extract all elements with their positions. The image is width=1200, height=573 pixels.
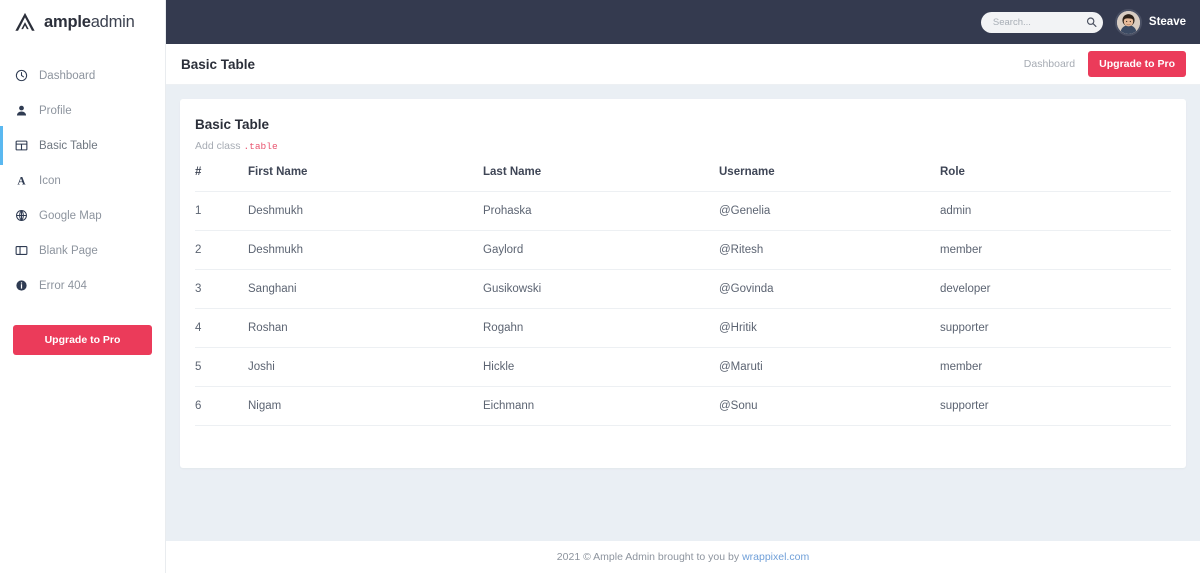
cell-role: supporter [940, 308, 1171, 348]
column-header-username: Username [719, 166, 940, 192]
main-column: Steave Basic Table Dashboard Upgrade to … [166, 0, 1200, 573]
cell-last: Rogahn [483, 308, 719, 348]
cell-username: @Genelia [719, 191, 940, 231]
table-body: 1 Deshmukh Prohaska @Genelia admin 2 Des… [195, 191, 1171, 426]
sidebar-item-label: Google Map [39, 209, 102, 222]
sidebar-item-label: Blank Page [39, 244, 98, 257]
sidebar-item-label: Profile [39, 104, 72, 117]
cell-last: Prohaska [483, 191, 719, 231]
column-header-role: Role [940, 166, 1171, 192]
basic-table-card: Basic Table Add class .table # First Nam… [180, 99, 1186, 468]
user-avatar-photo [1114, 8, 1142, 36]
basic-table: # First Name Last Name Username Role 1 D… [195, 166, 1171, 426]
table-row: 5 Joshi Hickle @Maruti member [195, 347, 1171, 387]
clock-icon [14, 69, 28, 83]
cell-first: Sanghani [248, 269, 483, 309]
table-row: 2 Deshmukh Gaylord @Ritesh member [195, 230, 1171, 270]
page-title: Basic Table [181, 56, 256, 72]
cell-index: 2 [195, 230, 248, 270]
info-circle-icon [14, 279, 28, 293]
card-subtitle-code: .table [243, 141, 278, 152]
columns-icon [14, 244, 28, 258]
footer-text: 2021 © Ample Admin brought to you by [556, 551, 740, 563]
column-header-first: First Name [248, 166, 483, 192]
globe-icon [14, 209, 28, 223]
table-head: # First Name Last Name Username Role [195, 166, 1171, 192]
sidebar-upgrade-to-pro-button[interactable]: Upgrade to Pro [13, 325, 152, 355]
cell-first: Deshmukh [248, 230, 483, 270]
cell-index: 4 [195, 308, 248, 348]
sidebar-item-icon[interactable]: A Icon [0, 163, 165, 198]
breadcrumb[interactable]: Dashboard [1024, 58, 1075, 70]
search-icon[interactable] [1086, 17, 1097, 28]
cell-first: Roshan [248, 308, 483, 348]
cell-index: 1 [195, 191, 248, 231]
cell-first: Joshi [248, 347, 483, 387]
cell-username: @Ritesh [719, 230, 940, 270]
column-header-last: Last Name [483, 166, 719, 192]
sidebar-upgrade-wrap: Upgrade to Pro [0, 303, 165, 355]
triangle-a-logo-icon [15, 12, 35, 31]
cell-index: 6 [195, 386, 248, 426]
cell-index: 5 [195, 347, 248, 387]
cell-last: Hickle [483, 347, 719, 387]
footer-link-wrappixel[interactable]: wrappixel.com [742, 551, 809, 563]
sidebar-nav: Dashboard Profile Basic Table A Icon Goo… [0, 44, 165, 303]
sidebar-item-basic-table[interactable]: Basic Table [0, 126, 165, 165]
cell-index: 3 [195, 269, 248, 309]
brand-logo[interactable]: ampleadmin [0, 0, 165, 44]
cell-role: admin [940, 191, 1171, 231]
page-footer: 2021 © Ample Admin brought to you by wra… [166, 541, 1200, 573]
search-input[interactable] [980, 11, 1103, 33]
table-row: 4 Roshan Rogahn @Hritik supporter [195, 308, 1171, 348]
user-icon [14, 104, 28, 118]
cell-username: @Govinda [719, 269, 940, 309]
sidebar-item-label: Error 404 [39, 279, 87, 292]
cell-role: supporter [940, 386, 1171, 426]
sidebar-item-profile[interactable]: Profile [0, 93, 165, 128]
cell-first: Nigam [248, 386, 483, 426]
user-name: Steave [1148, 16, 1186, 28]
cell-username: @Maruti [719, 347, 940, 387]
cell-role: developer [940, 269, 1171, 309]
search-box[interactable] [980, 11, 1103, 33]
cell-last: Gaylord [483, 230, 719, 270]
card-title: Basic Table [195, 117, 270, 132]
header-upgrade-to-pro-button[interactable]: Upgrade to Pro [1088, 51, 1186, 77]
column-header-index: # [195, 166, 248, 192]
table-header-row: # First Name Last Name Username Role [195, 166, 1171, 192]
cell-username: @Hritik [719, 308, 940, 348]
table-row: 3 Sanghani Gusikowski @Govinda developer [195, 269, 1171, 309]
sidebar-item-error-404[interactable]: Error 404 [0, 268, 165, 303]
brand-bold: ample [44, 12, 91, 31]
sidebar-item-blank-page[interactable]: Blank Page [0, 233, 165, 268]
cell-last: Eichmann [483, 386, 719, 426]
sidebar-item-google-map[interactable]: Google Map [0, 198, 165, 233]
sidebar-item-label: Dashboard [39, 69, 96, 82]
table-row: 1 Deshmukh Prohaska @Genelia admin [195, 191, 1171, 231]
page-header-actions: Dashboard Upgrade to Pro [1024, 51, 1186, 77]
cell-role: member [940, 230, 1171, 270]
content-area: Basic Table Add class .table # First Nam… [166, 85, 1200, 541]
card-subtitle: Add class .table [195, 140, 1171, 152]
user-menu[interactable]: Steave [1114, 8, 1186, 36]
table-row: 6 Nigam Eichmann @Sonu supporter [195, 386, 1171, 426]
cell-username: @Sonu [719, 386, 940, 426]
table-grid-icon [14, 139, 28, 153]
cell-first: Deshmukh [248, 191, 483, 231]
page-header: Basic Table Dashboard Upgrade to Pro [166, 44, 1200, 85]
brand-light: admin [90, 12, 135, 31]
sidebar-item-dashboard[interactable]: Dashboard [0, 58, 165, 93]
cell-role: member [940, 347, 1171, 387]
brand-text: ampleadmin [44, 13, 135, 32]
topbar: Steave [166, 0, 1200, 44]
card-subtitle-prefix: Add class [195, 140, 241, 152]
sidebar-item-label: Basic Table [39, 139, 98, 152]
sidebar: ampleadmin Dashboard Profile Basic Table… [0, 0, 166, 573]
cell-last: Gusikowski [483, 269, 719, 309]
letter-a-icon: A [14, 174, 28, 188]
admin-dashboard-page: ampleadmin Dashboard Profile Basic Table… [0, 0, 1200, 573]
sidebar-item-label: Icon [39, 174, 61, 187]
svg-text:A: A [17, 176, 26, 187]
